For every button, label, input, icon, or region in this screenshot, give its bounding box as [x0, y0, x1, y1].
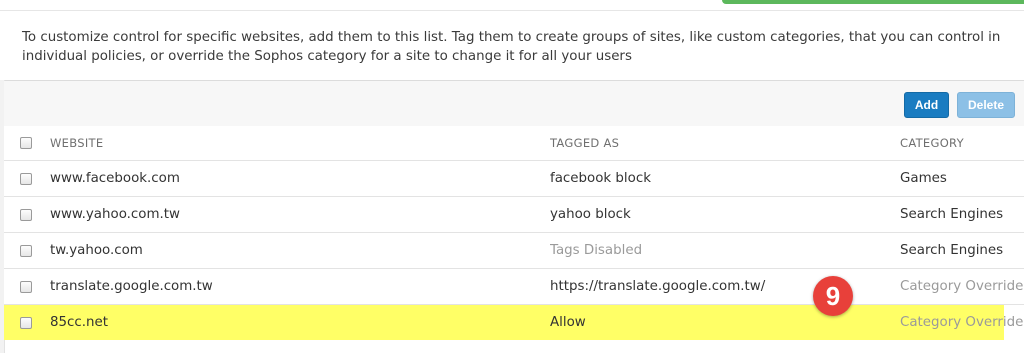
- table-row[interactable]: www.yahoo.com.tw yahoo block Search Engi…: [4, 197, 1024, 233]
- add-button[interactable]: Add: [904, 92, 949, 118]
- table-row-highlighted[interactable]: 85cc.net Allow Category Override D: [4, 305, 1024, 340]
- table-row[interactable]: translate.google.com.tw https://translat…: [4, 269, 1024, 305]
- website-cell: www.yahoo.com.tw: [50, 207, 180, 222]
- row-checkbox[interactable]: [20, 316, 32, 329]
- tagged-as-cell: Tags Disabled: [550, 243, 643, 258]
- table-row[interactable]: tw.yahoo.com Tags Disabled Search Engine…: [4, 233, 1024, 269]
- select-all-cell: [20, 126, 38, 160]
- row-checkbox-cell: [20, 269, 38, 304]
- row-checkbox[interactable]: [20, 172, 32, 185]
- website-cell: translate.google.com.tw: [50, 279, 213, 294]
- row-checkbox[interactable]: [20, 208, 32, 221]
- delete-button[interactable]: Delete: [957, 92, 1015, 118]
- row-checkbox[interactable]: [20, 244, 32, 257]
- table-header-row: WEBSITE TAGGED AS CATEGORY: [4, 126, 1024, 161]
- step-number-badge: 9: [813, 276, 853, 316]
- tagged-as-cell: facebook block: [550, 171, 651, 186]
- row-checkbox-cell: [20, 305, 38, 340]
- row-checkbox-cell: [20, 233, 38, 268]
- select-all-checkbox[interactable]: [20, 137, 32, 149]
- column-header-tagged-as[interactable]: TAGGED AS: [550, 126, 890, 160]
- column-header-category[interactable]: CATEGORY: [900, 126, 1024, 160]
- page-description: To customize control for specific websit…: [22, 30, 1001, 64]
- category-cell: Games: [900, 171, 947, 186]
- tagged-as-cell: yahoo block: [550, 207, 631, 222]
- category-cell: Search Engines: [900, 243, 1004, 258]
- table-row[interactable]: www.facebook.com facebook block Games: [4, 161, 1024, 197]
- row-checkbox[interactable]: [20, 280, 32, 293]
- table-toolbar: [4, 81, 1024, 127]
- website-cell: 85cc.net: [50, 315, 108, 330]
- website-cell: www.facebook.com: [50, 171, 180, 186]
- category-cell: Category Override D: [900, 315, 1024, 330]
- websites-table: WEBSITE TAGGED AS CATEGORY www.facebook.…: [4, 126, 1024, 340]
- website-cell: tw.yahoo.com: [50, 243, 143, 258]
- row-checkbox-cell: [20, 197, 38, 232]
- notification-toast-edge: [722, 0, 1024, 4]
- category-cell: Category Override D: [900, 279, 1024, 294]
- column-header-website[interactable]: WEBSITE: [50, 126, 530, 160]
- category-cell: Search Engines: [900, 207, 1004, 222]
- row-checkbox-cell: [20, 161, 38, 196]
